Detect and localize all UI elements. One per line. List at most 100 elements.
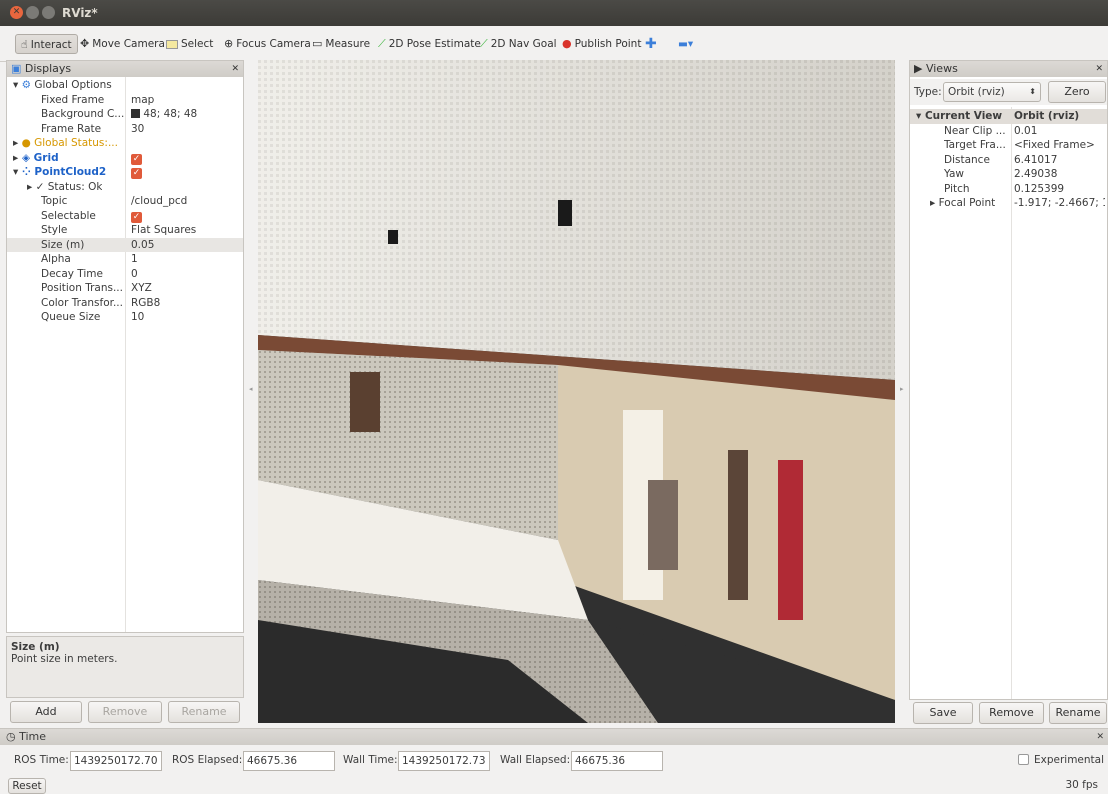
zero-button[interactable]: Zero: [1048, 81, 1106, 103]
interact-tool-button[interactable]: ☝ Interact: [15, 34, 78, 54]
map-pin-icon: ●: [562, 37, 572, 50]
tree-row-global-status[interactable]: ▸ ● Global Status:...: [7, 136, 243, 151]
tree-row-grid[interactable]: ▸ ◈ Grid ✓: [7, 151, 243, 166]
property-description-text: Point size in meters.: [11, 653, 118, 665]
wall-elapsed-label: Wall Elapsed:: [500, 754, 571, 766]
camera-icon: ▶: [914, 62, 926, 75]
select-box-icon: [166, 39, 178, 49]
remove-tool-icon[interactable]: ▬▾: [678, 34, 693, 54]
displays-panel-header: ▣ Displays ✕: [7, 61, 243, 77]
move-icon: ✥: [80, 37, 90, 50]
tree-row-selectable[interactable]: Selectable ✓: [7, 209, 243, 224]
view-type-select[interactable]: Orbit (rviz) ⬍: [943, 82, 1041, 102]
green-arrow-icon: ⟋: [378, 37, 386, 50]
tree-row-current-view[interactable]: ▾ Current View Orbit (rviz): [910, 109, 1107, 124]
experimental-label: Experimental: [1034, 754, 1105, 766]
checkmark-icon: ✓: [35, 180, 48, 193]
ros-elapsed-label: ROS Elapsed:: [172, 754, 243, 766]
publish-point-tool-button[interactable]: ● Publish Point: [562, 34, 641, 54]
close-window-button[interactable]: ✕: [10, 6, 23, 19]
clock-icon: ◷: [6, 730, 20, 743]
type-label: Type:: [914, 86, 942, 98]
color-swatch: [131, 109, 140, 118]
focus-camera-tool-button[interactable]: ⊕ Focus Camera: [224, 34, 311, 54]
reset-button[interactable]: Reset: [8, 778, 46, 794]
maximize-window-button[interactable]: [42, 6, 55, 19]
ros-time-field[interactable]: 1439250172.70: [70, 751, 162, 771]
select-tool-button[interactable]: Select: [166, 34, 213, 54]
tree-row-pitch[interactable]: Pitch 0.125399: [910, 182, 1107, 197]
selectable-checkbox[interactable]: ✓: [131, 211, 142, 223]
expand-arrow-icon: ▾: [916, 110, 925, 122]
collapse-left-icon[interactable]: ◂: [249, 385, 253, 393]
pose-estimate-tool-button[interactable]: ⟋ 2D Pose Estimate: [378, 34, 481, 54]
window-title: RViz*: [62, 6, 98, 20]
wall-elapsed-field[interactable]: 46675.36: [571, 751, 663, 771]
tree-row-pointcloud2[interactable]: ▾ ⁘ PointCloud2 ✓: [7, 165, 243, 180]
tree-row-background-color[interactable]: Background C... 48; 48; 48: [7, 107, 243, 122]
close-icon[interactable]: ✕: [1096, 729, 1104, 745]
views-type-bar: Type: Orbit (rviz) ⬍ Zero: [910, 79, 1107, 105]
collapse-right-icon[interactable]: ▸: [900, 385, 904, 393]
views-panel: ▶ Views ✕ Type: Orbit (rviz) ⬍ Zero ▾ Curr…: [909, 60, 1108, 700]
tree-row-near-clip[interactable]: Near Clip ... 0.01: [910, 124, 1107, 139]
close-icon[interactable]: ✕: [1095, 61, 1103, 77]
green-arrow-icon: ⟋: [480, 37, 488, 50]
rename-view-button[interactable]: Rename: [1049, 702, 1107, 724]
warning-icon: ●: [21, 137, 35, 149]
tree-row-status-ok[interactable]: ▸ ✓ Status: Ok: [7, 180, 243, 195]
experimental-checkbox[interactable]: [1018, 754, 1029, 765]
displays-icon: ▣: [11, 62, 25, 75]
expand-arrow-icon: ▾: [13, 79, 22, 91]
remove-view-button[interactable]: Remove: [979, 702, 1044, 724]
ruler-icon: ▭: [312, 37, 323, 50]
grid-enabled-checkbox[interactable]: ✓: [131, 153, 142, 165]
time-panel: ◷ Time ✕ ROS Time: 1439250172.70 ROS Elap…: [0, 728, 1108, 794]
point-cloud-scene: [258, 60, 895, 723]
right-splitter[interactable]: ▸: [895, 60, 909, 723]
left-splitter[interactable]: ◂: [244, 60, 258, 723]
wall-time-field[interactable]: 1439250172.73: [398, 751, 490, 771]
measure-tool-button[interactable]: ▭ Measure: [312, 34, 370, 54]
3d-render-viewport[interactable]: [258, 60, 895, 723]
property-description: Size (m) Point size in meters.: [6, 636, 244, 698]
tree-row-color-transformer[interactable]: Color Transfor... RGB8: [7, 296, 243, 311]
ros-elapsed-field[interactable]: 46675.36: [243, 751, 335, 771]
tree-row-target-frame[interactable]: Target Fra... <Fixed Frame>: [910, 138, 1107, 153]
rename-display-button[interactable]: Rename: [168, 701, 240, 723]
title-bar: ✕ RViz*: [0, 0, 1108, 26]
views-tree: ▾ Current View Orbit (rviz) Near Clip ...…: [910, 107, 1107, 699]
add-display-button[interactable]: Add: [10, 701, 82, 723]
displays-panel: ▣ Displays ✕ ▾ ⚙ Global Options Fixed Fra…: [6, 60, 244, 633]
tree-row-topic[interactable]: Topic/cloud_pcd: [7, 194, 243, 209]
tree-row-focal-point[interactable]: ▸ Focal Point-1.917; -2.4667; 1...: [910, 196, 1107, 211]
spinner-arrows-icon: ⬍: [1029, 87, 1036, 96]
minimize-window-button[interactable]: [26, 6, 39, 19]
gear-icon: ⚙: [21, 79, 35, 91]
tree-row-decay-time[interactable]: Decay Time 0: [7, 267, 243, 282]
toolbar: ☝ Interact ✥ Move Camera Select ⊕ Focus Cam…: [0, 26, 1108, 62]
time-panel-header: ◷ Time ✕: [0, 729, 1108, 745]
tree-row-size[interactable]: Size (m) 0.05: [7, 237, 243, 252]
wall-time-label: Wall Time:: [343, 754, 398, 766]
add-tool-icon[interactable]: ✚: [645, 34, 657, 54]
tree-row-position-transformer[interactable]: Position Trans... XYZ: [7, 281, 243, 296]
tree-row-global-options[interactable]: ▾ ⚙ Global Options: [7, 78, 243, 93]
tree-row-fixed-frame[interactable]: Fixed Frame map: [7, 93, 243, 108]
tree-row-yaw[interactable]: Yaw 2.49038: [910, 167, 1107, 182]
pointcloud-icon: ⁘: [21, 166, 35, 178]
pointcloud-enabled-checkbox[interactable]: ✓: [131, 168, 142, 179]
nav-goal-tool-button[interactable]: ⟋ 2D Nav Goal: [480, 34, 557, 54]
close-icon[interactable]: ✕: [231, 61, 239, 77]
grid-icon: ◈: [21, 151, 34, 164]
tree-row-style[interactable]: Style Flat Squares: [7, 223, 243, 238]
tree-row-alpha[interactable]: Alpha 1: [7, 252, 243, 267]
tree-row-distance[interactable]: Distance 6.41017: [910, 153, 1107, 168]
tree-row-queue-size[interactable]: Queue Size 10: [7, 310, 243, 325]
property-description-title: Size (m): [11, 641, 60, 653]
move-camera-tool-button[interactable]: ✥ Move Camera: [80, 34, 165, 54]
tree-row-frame-rate[interactable]: Frame Rate 30: [7, 122, 243, 137]
save-view-button[interactable]: Save: [913, 702, 973, 724]
remove-display-button[interactable]: Remove: [88, 701, 162, 723]
expand-arrow-icon: ▸: [27, 180, 36, 193]
